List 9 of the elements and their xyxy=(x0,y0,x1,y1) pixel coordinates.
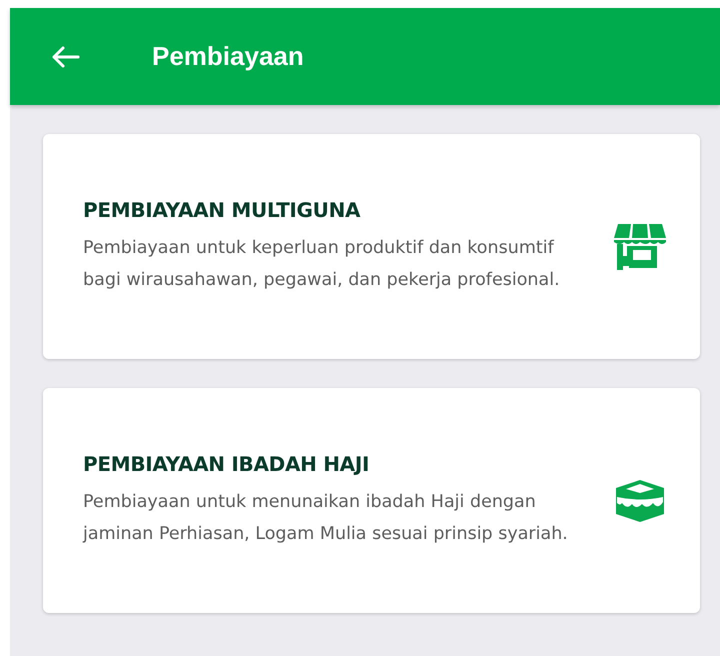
product-card[interactable]: PEMBIAYAAN IBADAH HAJI Pembiayaan untuk menunaikan ibadah Haji dengan jaminan Perhiasan, Logam Mulia sesuai prinsip syariah. xyxy=(43,388,700,613)
store-icon xyxy=(612,222,668,272)
product-description: Pembiayaan untuk keperluan produktif dan konsumtif bagi wirausahawan, pegawai, dan pekerja profesional. xyxy=(83,236,561,292)
product-title: PEMBIAYAAN IBADAH HAJI xyxy=(83,452,370,476)
product-title: PEMBIAYAAN MULTIGUNA xyxy=(83,198,362,222)
page-title: Pembiayaan xyxy=(152,41,304,72)
product-description: Pembiayaan untuk menunaikan ibadah Haji dengan jaminan Perhiasan, Logam Mulia sesuai prinsip syariah. xyxy=(83,490,569,546)
back-arrow-icon xyxy=(50,44,80,68)
product-card[interactable]: PEMBIAYAAN MULTIGUNA Pembiayaan untuk keperluan produktif dan konsumtif bagi wirausahawan, pegawai, dan pekerja profesional. xyxy=(43,134,700,359)
